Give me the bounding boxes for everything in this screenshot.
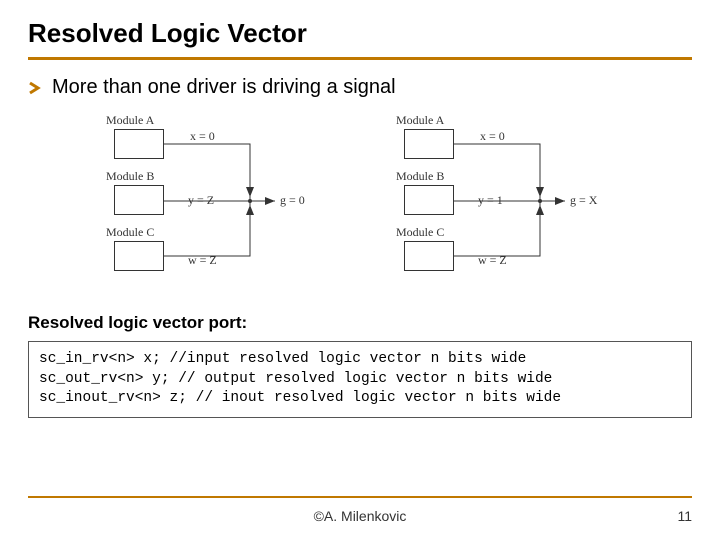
footer-author: ©A. Milenkovic [0, 508, 720, 524]
title-divider [28, 57, 692, 60]
code-line-1: sc_in_rv<n> x; //input resolved logic ve… [39, 351, 526, 367]
wires-right [390, 113, 620, 293]
diagram-right: Module A x = 0 Module B y = 1 Module C w… [390, 113, 620, 293]
chevron-right-icon [28, 81, 42, 95]
sub-heading: Resolved logic vector port: [28, 313, 692, 333]
code-line-3: sc_inout_rv<n> z; // inout resolved logi… [39, 390, 561, 406]
page-title: Resolved Logic Vector [28, 18, 692, 55]
diagram-area: Module A x = 0 Module B y = Z Module C w… [28, 113, 692, 293]
code-box: sc_in_rv<n> x; //input resolved logic ve… [28, 341, 692, 418]
bullet-item: More than one driver is driving a signal [28, 76, 692, 99]
code-line-2: sc_out_rv<n> y; // output resolved logic… [39, 371, 552, 387]
wires-left [100, 113, 330, 293]
bullet-text: More than one driver is driving a signal [52, 76, 396, 99]
footer-divider [28, 496, 692, 498]
diagram-left: Module A x = 0 Module B y = Z Module C w… [100, 113, 330, 293]
page-number: 11 [677, 508, 692, 524]
